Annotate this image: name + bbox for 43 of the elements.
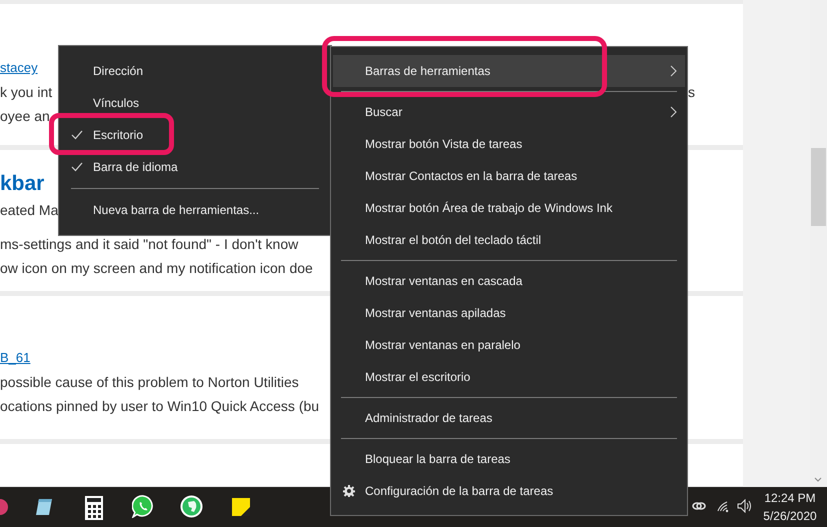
menu-item[interactable]: Bloquear la barra de tareas	[333, 443, 685, 475]
menu-item[interactable]: Mostrar el escritorio	[333, 361, 685, 393]
menu-item[interactable]: Administrador de tareas	[333, 402, 685, 434]
menu-item[interactable]: Mostrar ventanas en cascada	[333, 265, 685, 297]
clock[interactable]: 12:24 PM 5/26/2020	[760, 489, 820, 525]
post-text: oyee an	[0, 106, 50, 126]
wifi-icon[interactable]	[716, 499, 730, 513]
calculator-icon[interactable]	[85, 496, 103, 520]
menu-item[interactable]: Mostrar ventanas en paralelo	[333, 329, 685, 361]
checkmark-icon	[71, 130, 83, 140]
post-text: k you int	[0, 82, 52, 102]
menu-item[interactable]: Vínculos	[59, 87, 331, 119]
menu-item[interactable]: Mostrar botón Vista de tareas	[333, 128, 685, 160]
post-text: possible cause of this problem to Norton Utilities	[0, 372, 299, 392]
sticky-note-icon[interactable]	[232, 498, 250, 516]
clock-time: 12:24 PM	[764, 490, 816, 507]
chat-phone-icon[interactable]	[132, 495, 155, 518]
menu-item[interactable]: Buscar	[333, 96, 685, 128]
post-text: ow icon on my screen and my notification icon doe	[0, 258, 313, 278]
menu-item[interactable]: Barra de idioma	[59, 151, 331, 183]
clock-date: 5/26/2020	[763, 508, 817, 525]
menu-item[interactable]: Escritorio	[59, 119, 331, 151]
cloud-icon[interactable]	[692, 500, 706, 512]
scrollbar-thumb[interactable]	[811, 148, 826, 226]
notepad-icon[interactable]	[33, 496, 55, 518]
scroll-down-icon[interactable]	[814, 477, 822, 483]
menu-item[interactable]: Mostrar el botón del teclado táctil	[333, 224, 685, 256]
username-link[interactable]: stacey	[0, 58, 38, 78]
post-date: eated Ma	[0, 200, 58, 220]
post-text: ms-settings and it said "not found" - I don't know	[0, 234, 298, 254]
username-link[interactable]: B_61	[0, 348, 30, 368]
volume-icon[interactable]	[737, 499, 753, 513]
menu-item[interactable]: Configuración de la barra de tareas	[333, 475, 685, 507]
checkmark-icon	[71, 162, 83, 172]
settings-icon	[343, 485, 355, 497]
post-text: s	[688, 82, 695, 102]
menu-item[interactable]: Mostrar ventanas apiladas	[333, 297, 685, 329]
post-text: ocations pinned by user to Win10 Quick Access (bu	[0, 396, 320, 416]
menu-item[interactable]: Nueva barra de herramientas...	[59, 194, 331, 226]
post-title: kbar	[0, 171, 44, 198]
menu-item[interactable]: Barras de herramientas	[333, 55, 685, 87]
menu-item[interactable]: Mostrar Contactos en la barra de tareas	[333, 160, 685, 192]
menu-item[interactable]: Mostrar botón Área de trabajo de Windows Ink	[333, 192, 685, 224]
